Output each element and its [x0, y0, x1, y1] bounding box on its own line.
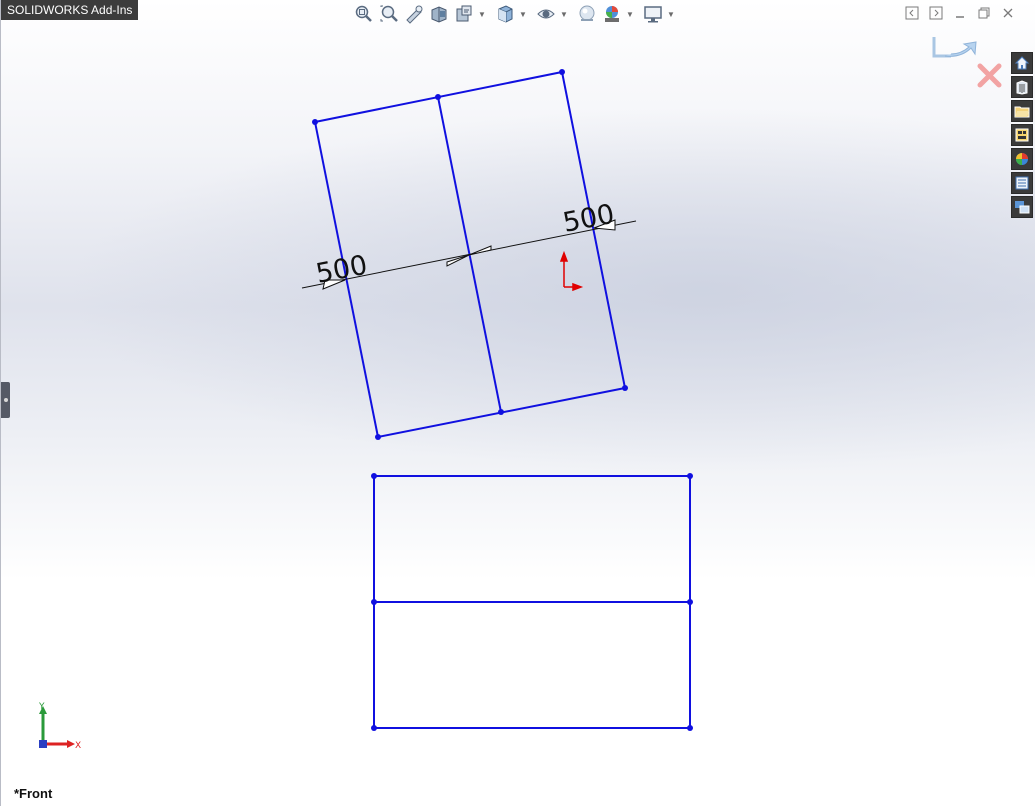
previous-view-icon[interactable]: [403, 3, 425, 25]
dynamic-annotation-icon[interactable]: [453, 3, 475, 25]
graphics-area[interactable]: 500 500 SOLIDWORKS Add-Ins ▼ ▼ ▼ ▼ ▼ Y X…: [0, 0, 1035, 806]
sketch-point[interactable]: [559, 69, 565, 75]
triad-y-label: Y: [38, 702, 45, 712]
zoom-to-fit-icon[interactable]: [353, 3, 375, 25]
viewport-window-controls: [904, 5, 1016, 21]
display-style-icon[interactable]: [535, 3, 557, 25]
restore-icon[interactable]: [976, 5, 992, 21]
forum-icon[interactable]: [1011, 196, 1033, 218]
view-orientation-icon[interactable]: [494, 3, 516, 25]
view-palette-icon[interactable]: [1011, 124, 1033, 146]
sketch-point[interactable]: [687, 725, 693, 731]
sketch-point[interactable]: [312, 119, 318, 125]
exit-sketch-icon[interactable]: [932, 37, 977, 58]
minimize-icon[interactable]: [952, 5, 968, 21]
dimension-left[interactable]: 500: [313, 250, 370, 290]
feature-manager-toggle[interactable]: [1, 382, 10, 418]
confirmation-corner: [931, 34, 1005, 90]
prev-window-icon[interactable]: [904, 5, 920, 21]
sketch-point[interactable]: [371, 599, 377, 605]
section-view-icon[interactable]: [428, 3, 450, 25]
sketch-point[interactable]: [498, 409, 504, 415]
next-window-icon[interactable]: [928, 5, 944, 21]
design-library-icon[interactable]: [1011, 76, 1033, 98]
chevron-down-icon[interactable]: ▼: [478, 3, 486, 25]
sketch-point[interactable]: [687, 473, 693, 479]
sketch-origin: [559, 250, 584, 292]
chevron-down-icon[interactable]: ▼: [626, 3, 634, 25]
home-icon[interactable]: [1011, 52, 1033, 74]
sketch-canvas[interactable]: 500 500: [1, 0, 1035, 806]
dimension-right[interactable]: 500: [560, 199, 617, 239]
heads-up-view-toolbar: ▼ ▼ ▼ ▼ ▼: [353, 3, 680, 25]
appearances-icon[interactable]: [1011, 148, 1033, 170]
sketch-point[interactable]: [687, 599, 693, 605]
edit-appearance-icon[interactable]: [601, 3, 623, 25]
sketch-point[interactable]: [435, 94, 441, 100]
sketch-point[interactable]: [375, 434, 381, 440]
sketch-point[interactable]: [371, 725, 377, 731]
chevron-down-icon[interactable]: ▼: [560, 3, 568, 25]
file-explorer-icon[interactable]: [1011, 100, 1033, 122]
reference-triad: Y X: [38, 702, 81, 751]
chevron-down-icon[interactable]: ▼: [667, 3, 675, 25]
task-pane-tabs: [1011, 52, 1033, 218]
chevron-down-icon[interactable]: ▼: [519, 3, 527, 25]
triad-x-label: X: [75, 741, 81, 751]
sketch-point[interactable]: [622, 385, 628, 391]
close-icon[interactable]: [1000, 5, 1016, 21]
lower-rectangle[interactable]: [373, 475, 691, 729]
hide-show-items-icon[interactable]: [576, 3, 598, 25]
view-name-label: *Front: [14, 786, 53, 801]
view-settings-icon[interactable]: [642, 3, 664, 25]
custom-properties-icon[interactable]: [1011, 172, 1033, 194]
zoom-to-area-icon[interactable]: [378, 3, 400, 25]
sketch-point[interactable]: [371, 473, 377, 479]
addins-tab-title[interactable]: SOLIDWORKS Add-Ins: [1, 0, 139, 20]
cancel-sketch-icon[interactable]: [977, 63, 1002, 88]
